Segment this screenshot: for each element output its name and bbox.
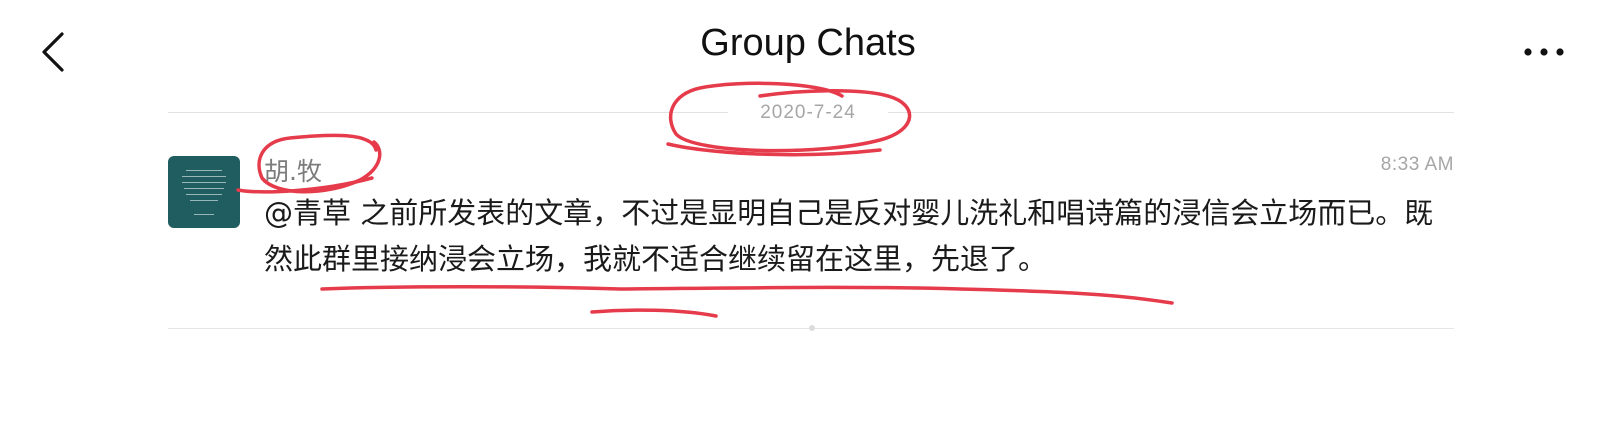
sender-name[interactable]: 胡.牧	[264, 152, 322, 188]
app-header: Group Chats	[0, 0, 1616, 100]
more-options-button[interactable]	[1522, 36, 1566, 66]
chat-message[interactable]: 胡.牧 8:33 AM @青草 之前所发表的文章，不过是显明自己是反对婴儿洗礼和…	[168, 152, 1454, 312]
avatar[interactable]	[168, 156, 240, 228]
divider-dot	[809, 325, 815, 331]
date-separator: 2020-7-24	[728, 100, 888, 126]
ellipsis-icon	[1524, 48, 1564, 56]
message-time: 8:33 AM	[1380, 154, 1454, 175]
page-title: Group Chats	[700, 22, 916, 64]
message-text: @青草 之前所发表的文章，不过是显明自己是反对婴儿洗礼和唱诗篇的浸信会立场而已。…	[264, 196, 1434, 276]
